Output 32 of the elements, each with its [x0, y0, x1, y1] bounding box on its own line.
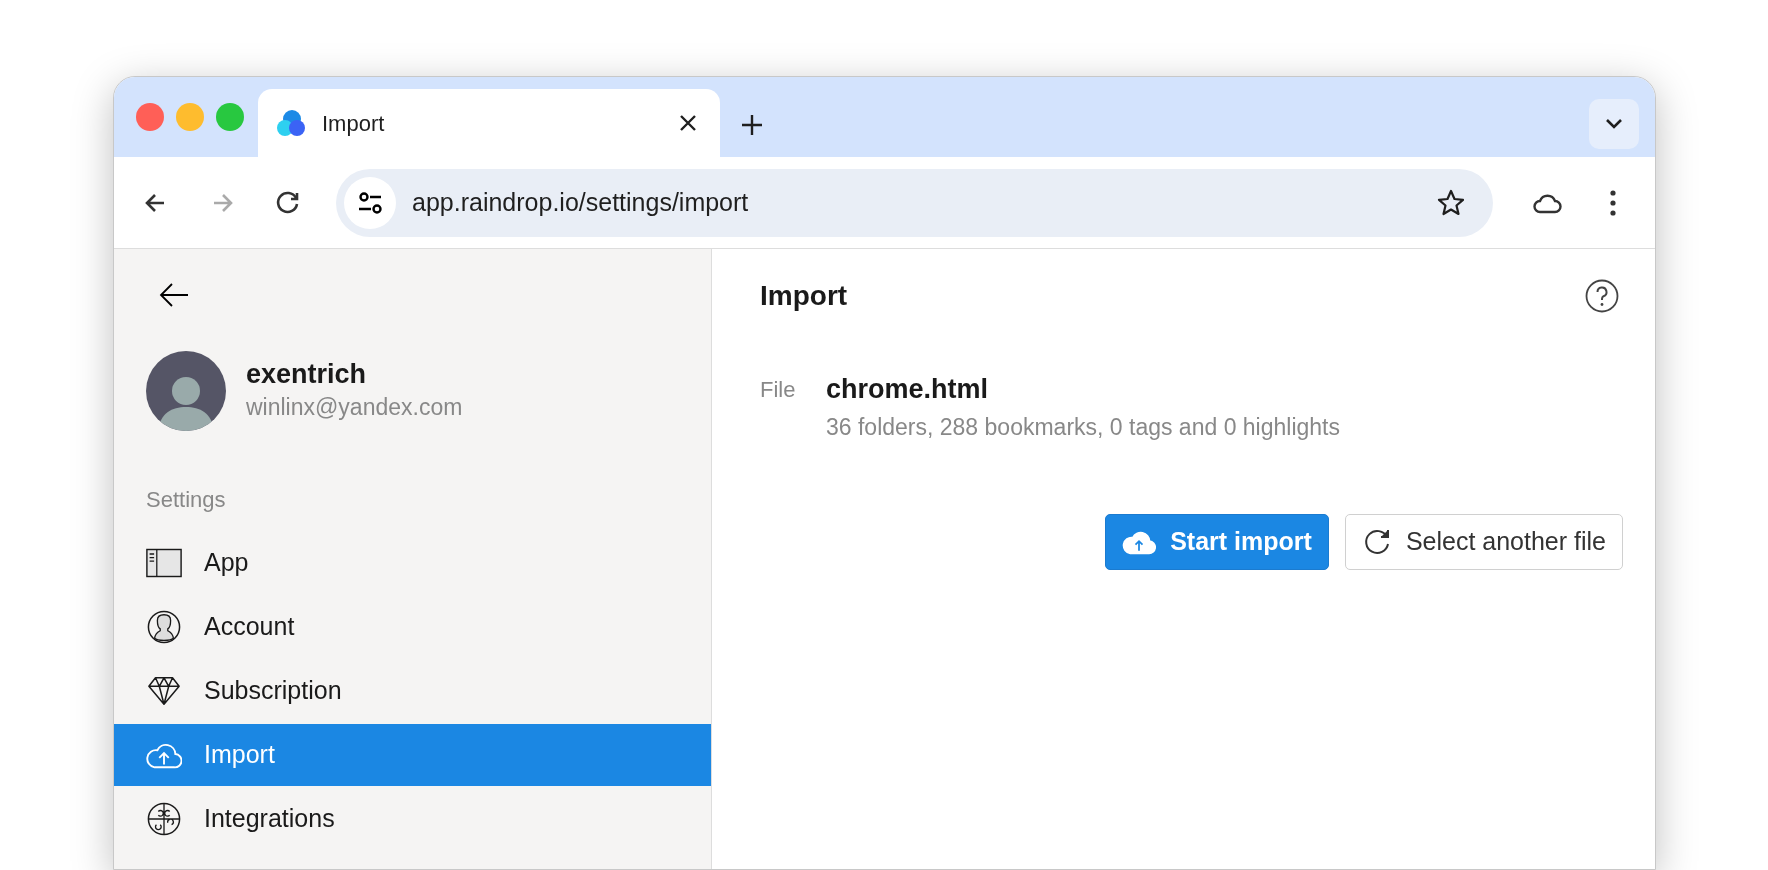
user-name: exentrich — [246, 357, 368, 390]
diamond-icon — [146, 674, 182, 708]
close-icon — [678, 113, 698, 133]
sidebar-item[interactable]: Import — [114, 724, 711, 786]
sidebar-item[interactable]: Integrations — [114, 788, 711, 850]
file-summary: 36 folders, 288 bookmarks, 0 tags and 0 highlights — [826, 412, 1340, 442]
site-settings-button[interactable] — [344, 176, 396, 229]
field-label: File — [760, 376, 797, 404]
user-email: winlinx@yandex.com — [246, 392, 463, 422]
back-arrow-icon — [158, 281, 190, 309]
puzzle-globe-icon — [146, 802, 182, 836]
chevron-down-icon — [1605, 118, 1623, 130]
sidebar-item[interactable]: Account — [114, 596, 711, 658]
sliders-icon — [357, 190, 383, 215]
browser-tab[interactable]: Import — [258, 89, 720, 157]
address-bar[interactable]: app.raindrop.io/settings/import — [336, 168, 1493, 237]
sidebar-item[interactable]: Subscription — [114, 660, 711, 722]
more-vertical-icon — [1610, 189, 1616, 216]
section-label: Settings — [145, 486, 227, 514]
person-icon — [146, 610, 182, 644]
tab-title: Import — [322, 109, 386, 138]
select-file-button[interactable]: Select another file — [1344, 514, 1623, 570]
sidebar-panel-icon — [146, 546, 182, 580]
page-title: Import — [760, 279, 848, 313]
sidebar-item[interactable]: App — [114, 532, 711, 594]
file-name: chrome.html — [826, 373, 990, 406]
plus-icon — [740, 113, 764, 137]
url-text: app.raindrop.io/settings/import — [412, 186, 750, 218]
star-icon — [1437, 188, 1465, 217]
start-import-button[interactable]: Start import — [1105, 514, 1329, 570]
cloud-logo-icon — [276, 109, 306, 137]
question-circle-icon — [1585, 279, 1619, 313]
